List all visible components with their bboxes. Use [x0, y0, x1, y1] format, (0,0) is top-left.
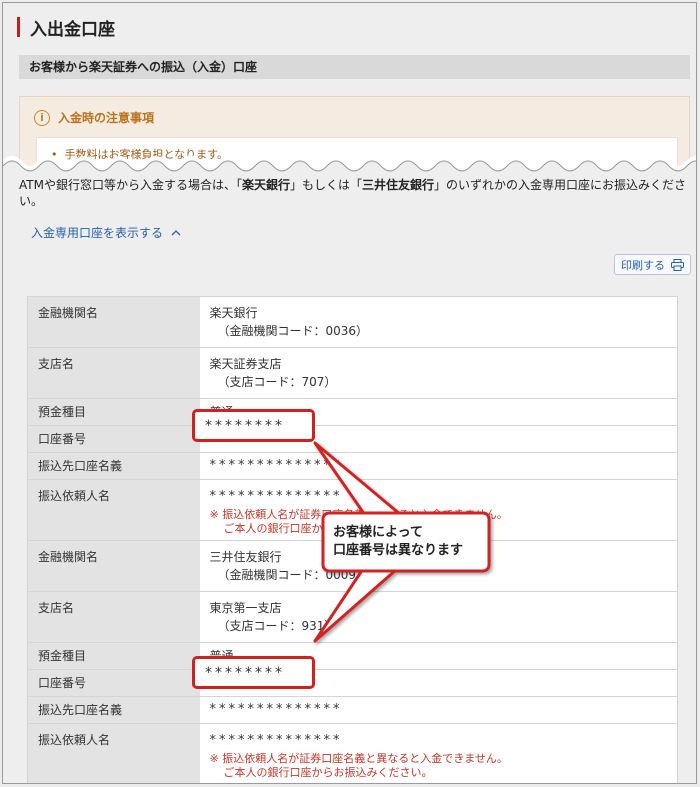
- callout-graphic: [313, 441, 491, 643]
- callout-line-2: 口座番号は異なります: [333, 543, 464, 558]
- screenshot-frame: 入出金口座 お客様から楽天証券への振込（入金）口座 i 入金時の注意事項 • 手…: [2, 2, 697, 784]
- callout-line-1: お客様によって: [333, 525, 423, 540]
- callout-message: お客様によって 口座番号は異なります: [333, 524, 488, 560]
